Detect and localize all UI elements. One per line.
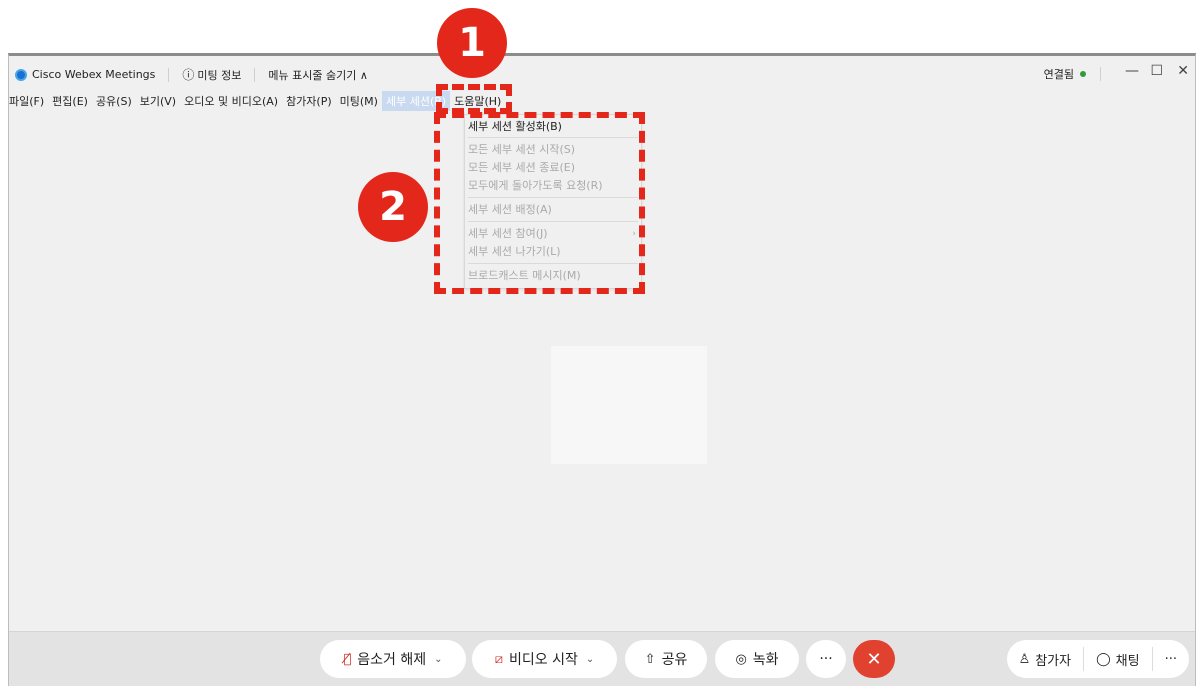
meeting-controls: 🎙̸ 음소거 해제 ⌄ ⧄ 비디오 시작 ⌄ ⇧ 공유 ◎ 녹화 ··· ✕ ♙…: [9, 631, 1195, 686]
more-icon: ···: [819, 651, 833, 667]
title-divider: [168, 67, 170, 82]
title-divider: [254, 67, 256, 82]
participants-button[interactable]: ♙ 참가자: [1007, 640, 1084, 678]
annotation-badge-2: 2: [358, 172, 428, 242]
chat-button[interactable]: ◯ 채팅: [1084, 640, 1151, 678]
mic-muted-icon: 🎙̸: [343, 651, 352, 667]
connection-label: 연결됨: [1043, 68, 1074, 81]
chevron-down-icon[interactable]: ⌄: [586, 654, 594, 665]
menu-bar: 파일(F) 편집(E) 공유(S) 보기(V) 오디오 및 비디오(A) 참가자(P) 미팅…: [9, 91, 509, 111]
share-button[interactable]: ⇧ 공유: [625, 640, 707, 678]
meeting-info-label: 미팅 정보: [197, 68, 242, 82]
menu-item-0[interactable]: 파일(F): [9, 91, 44, 111]
record-icon: ◎: [735, 651, 747, 667]
share-label: 공유: [661, 652, 688, 668]
chat-label: 채팅: [1115, 653, 1140, 669]
menu-item-6[interactable]: 미팅(M): [340, 91, 378, 111]
person-icon: ♙: [1018, 651, 1031, 667]
menu-item-4[interactable]: 오디오 및 비디오(A): [184, 91, 278, 111]
panel-buttons: ♙ 참가자 ◯ 채팅 ···: [1006, 640, 1189, 678]
meeting-info-button[interactable]: ⓘ 미팅 정보: [182, 66, 241, 83]
record-label: 녹화: [752, 652, 779, 668]
highlight-box-dropdown: [434, 112, 645, 294]
more-icon: ···: [1164, 651, 1177, 667]
video-off-icon: ⧄: [494, 651, 504, 667]
annotation-badge-1: 1: [437, 8, 507, 78]
more-options-button[interactable]: ···: [806, 640, 846, 678]
info-icon: ⓘ: [182, 68, 195, 82]
start-video-label: 비디오 시작: [509, 652, 578, 668]
connection-status: 연결됨: [1044, 66, 1109, 82]
share-icon: ⇧: [644, 651, 656, 667]
highlight-box-menu: [436, 84, 512, 114]
maximize-icon[interactable]: ☐: [1150, 63, 1163, 79]
end-meeting-button[interactable]: ✕: [853, 640, 895, 678]
status-dot: [1080, 71, 1086, 77]
minimize-icon[interactable]: —: [1125, 63, 1139, 79]
menu-item-5[interactable]: 참가자(P): [286, 91, 332, 111]
app-name: Cisco Webex Meetings: [32, 68, 156, 81]
chevron-down-icon[interactable]: ⌄: [434, 654, 442, 665]
video-placeholder: [551, 346, 707, 464]
menu-item-2[interactable]: 공유(S): [96, 91, 132, 111]
hide-menu-button[interactable]: 메뉴 표시줄 숨기기 ∧: [268, 67, 368, 83]
start-video-button[interactable]: ⧄ 비디오 시작 ⌄: [472, 640, 617, 678]
close-window-icon[interactable]: ✕: [1177, 63, 1189, 79]
unmute-label: 음소거 해제: [357, 652, 427, 668]
webex-logo-icon: [15, 68, 27, 81]
panel-more-button[interactable]: ···: [1153, 640, 1189, 678]
unmute-button[interactable]: 🎙̸ 음소거 해제 ⌄: [320, 640, 466, 678]
participants-label: 참가자: [1035, 653, 1072, 669]
title-divider: [1100, 67, 1101, 81]
chat-bubble-icon: ◯: [1096, 651, 1111, 667]
title-bar: Cisco Webex Meetings ⓘ 미팅 정보 메뉴 표시줄 숨기기 …: [9, 56, 1195, 88]
close-icon: ✕: [866, 648, 882, 670]
record-button[interactable]: ◎ 녹화: [715, 640, 799, 678]
menu-item-1[interactable]: 편집(E): [52, 91, 88, 111]
menu-item-3[interactable]: 보기(V): [140, 91, 176, 111]
